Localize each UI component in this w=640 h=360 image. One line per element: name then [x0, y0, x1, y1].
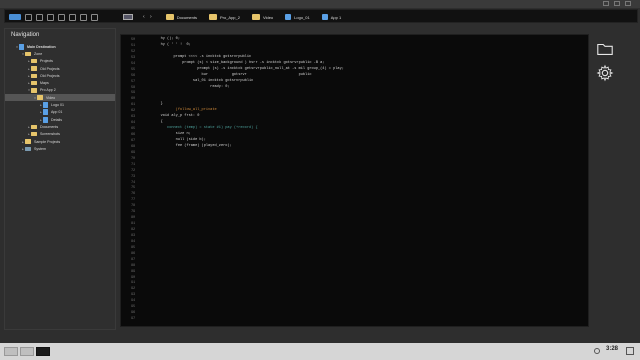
code-area[interactable]: hy (); 0; hy ( ' ' ! 0; prompt <<<< -s i… — [139, 37, 584, 325]
close-icon[interactable] — [625, 1, 631, 6]
tree-item[interactable]: ▾ Video — [5, 94, 115, 102]
tree-item[interactable]: ▸ System — [5, 145, 115, 152]
cloud-icon[interactable] — [25, 13, 32, 21]
tree-item[interactable]: ▸ Maps — [5, 79, 115, 86]
folder-icon — [31, 124, 37, 130]
terminal-icon[interactable] — [36, 347, 50, 356]
drive-icon — [25, 146, 31, 152]
folder-icon — [25, 139, 31, 144]
code-line[interactable]: fee (frame) (played_zero); — [139, 144, 584, 150]
tree-item[interactable]: ▾ Zone — [5, 50, 115, 57]
app-window: ‹ › Documents Pro_App_2 Video Logo_01 Ap… — [0, 0, 640, 360]
breadcrumb-item[interactable]: App 1 — [321, 14, 342, 20]
line-number-gutter: 50 51 52 53 54 55 56 57 58 59 60 61 62 63 64 65 66 67 68 69… — [121, 37, 137, 325]
tree-item[interactable]: ▸ Logo 01 — [5, 101, 115, 109]
file-icon — [19, 43, 24, 50]
tree-item-label: Main Destination — [27, 44, 56, 49]
toolbar: ‹ › Documents Pro_App_2 Video Logo_01 Ap… — [4, 9, 638, 23]
breadcrumb-label: Logo_01 — [294, 14, 310, 20]
file-icon — [285, 14, 292, 20]
navigation-panel: Navigation ▾ Main Destination ▾ Zone ▸ Projec… — [4, 28, 116, 330]
folder-icon — [208, 14, 217, 20]
minimize-icon[interactable] — [603, 1, 609, 6]
file-icon — [43, 102, 48, 109]
refresh-icon[interactable] — [69, 13, 76, 21]
notification-icon[interactable] — [626, 347, 634, 355]
taskbar: 3:28 — [0, 343, 640, 360]
document-icon[interactable] — [36, 13, 43, 21]
tree-item[interactable]: ▸ Old Projects — [5, 72, 115, 79]
tree-item-label: Documents — [40, 124, 59, 129]
folder-icon — [31, 66, 37, 71]
file-icon — [321, 14, 328, 20]
tree-item-label: Screenshots — [40, 132, 60, 137]
breadcrumb: ‹ › Documents Pro_App_2 Video Logo_01 Ap… — [123, 12, 349, 22]
tree-item[interactable]: ▸ Documents — [5, 123, 115, 130]
window-icon[interactable] — [20, 347, 34, 356]
folder-icon — [31, 58, 37, 64]
tree-item-label: Sample Projects — [34, 139, 61, 144]
folder-icon — [31, 73, 37, 79]
folder-icon — [31, 131, 37, 137]
view-toggle-button[interactable] — [123, 14, 133, 20]
search-icon[interactable] — [4, 347, 18, 356]
folder-icon — [37, 95, 43, 100]
tree-item-label: Pro App 2 — [40, 88, 56, 93]
folder-icon — [25, 51, 31, 57]
title-bar — [0, 0, 640, 8]
tree-item[interactable]: ▸ Old Projects — [5, 65, 115, 72]
clock: 3:28 — [606, 346, 619, 352]
tree-item-label: Maps — [40, 81, 49, 86]
tree-item-label: Old Projects — [40, 73, 60, 78]
image-icon[interactable] — [58, 13, 65, 21]
breadcrumb-label: Documents — [176, 14, 197, 20]
folder-icon — [31, 88, 37, 93]
tree-item[interactable]: ▸ Screenshots — [5, 131, 115, 138]
tree-item[interactable]: ▸ Projects — [5, 58, 115, 65]
tree-item-label: Details — [51, 117, 62, 122]
side-actions — [596, 40, 620, 88]
tree-item[interactable]: ▸ App 01 — [5, 109, 115, 116]
breadcrumb-item[interactable]: Logo_01 — [285, 14, 310, 20]
breadcrumb-label: Pro_App_2 — [219, 14, 240, 20]
code-editor[interactable]: 50 51 52 53 54 55 56 57 58 59 60 61 62 63 64 65 66 67 68 69… — [120, 34, 589, 327]
tree-item[interactable]: ▾ Pro App 2 — [5, 87, 115, 94]
folder-icon[interactable] — [596, 40, 614, 58]
phone-icon[interactable] — [91, 13, 98, 21]
file-icon — [43, 109, 48, 116]
toolbar-icons — [9, 12, 98, 22]
tree-item-label: Logo 01 — [51, 103, 64, 108]
nav-arrows[interactable]: ‹ › — [143, 14, 154, 20]
folder-icon — [251, 14, 260, 20]
tree-item-label: System — [34, 146, 46, 151]
breadcrumb-item[interactable]: Documents — [165, 14, 197, 20]
page-icon[interactable] — [80, 13, 87, 21]
line-number: 97 — [131, 316, 135, 321]
maximize-icon[interactable] — [614, 1, 620, 6]
tree-item-label: Video — [46, 95, 56, 100]
tree-item-label: Projects — [40, 59, 53, 64]
tree-item-label: Old Projects — [40, 66, 60, 71]
gear-icon[interactable] — [596, 64, 614, 82]
folder-icon — [31, 80, 37, 86]
tree-item[interactable]: ▸ Sample Projects — [5, 138, 115, 145]
tree-item[interactable]: ▸ Details — [5, 116, 115, 123]
breadcrumb-item[interactable]: Pro_App_2 — [208, 14, 240, 20]
breadcrumb-item[interactable]: Video — [251, 14, 274, 20]
tree-item-label: App 01 — [51, 110, 63, 115]
app-icon[interactable] — [9, 14, 21, 20]
breadcrumb-label: Video — [262, 14, 274, 20]
navigation-title: Navigation — [11, 32, 40, 38]
folder-icon — [165, 14, 174, 20]
clock-icon[interactable] — [594, 348, 600, 354]
tree-item[interactable]: ▾ Main Destination — [5, 43, 115, 50]
folder-tree: ▾ Main Destination ▾ Zone ▸ Projects ▸ Old Proj… — [5, 43, 115, 152]
file-icon — [43, 116, 48, 123]
breadcrumb-label: App 1 — [330, 14, 342, 20]
star-icon[interactable] — [47, 13, 54, 21]
tree-item-label: Zone — [34, 51, 43, 56]
